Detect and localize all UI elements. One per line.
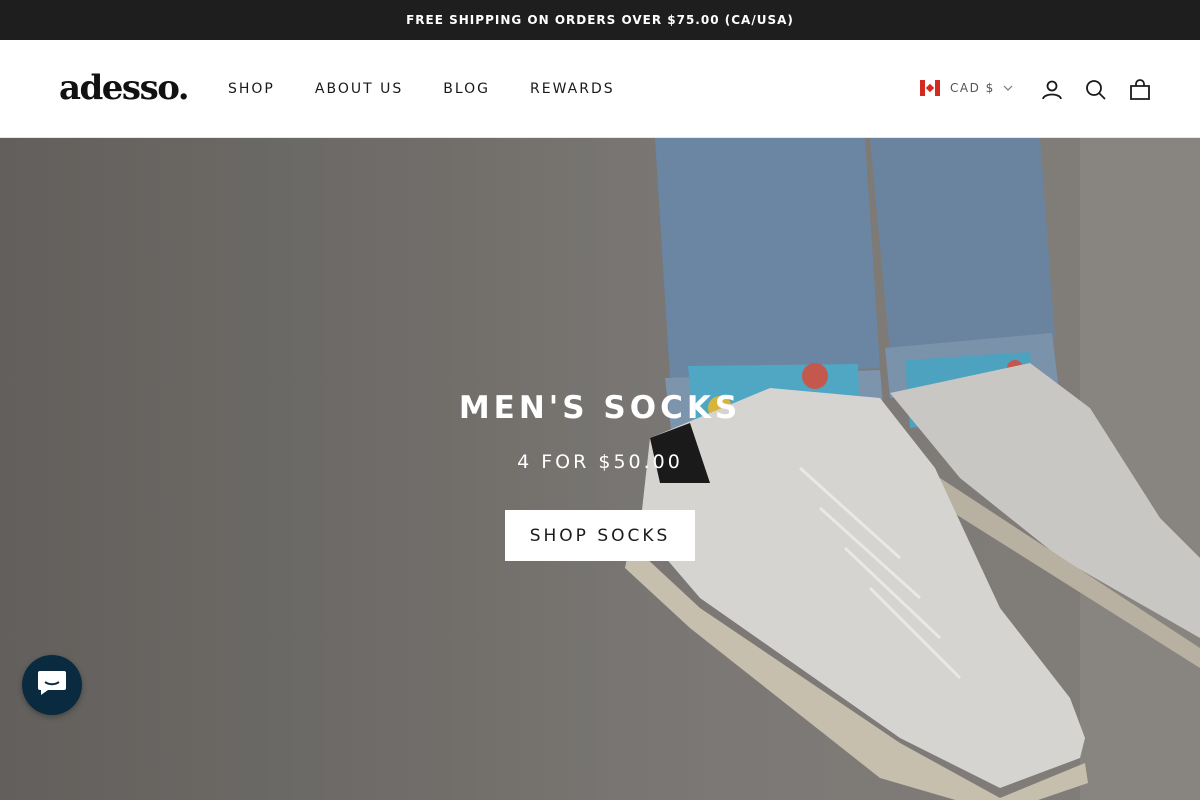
nav-item-about-us[interactable]: ABOUT US	[315, 78, 403, 100]
chat-button[interactable]	[22, 655, 82, 715]
announcement-text: FREE SHIPPING ON ORDERS OVER $75.00 (CA/…	[406, 13, 794, 27]
chat-bubble-icon	[36, 669, 68, 702]
nav-item-rewards[interactable]: REWARDS	[530, 78, 615, 100]
shop-socks-button[interactable]: SHOP SOCKS	[505, 510, 695, 561]
currency-label: CAD $	[950, 81, 995, 95]
nav-item-blog[interactable]: BLOG	[443, 78, 490, 100]
nav-item-shop[interactable]: SHOP	[228, 78, 275, 100]
canada-flag-icon	[920, 80, 940, 96]
chevron-down-icon	[1003, 85, 1013, 91]
hero-subtitle: 4 FOR $50.00	[517, 451, 683, 473]
logo[interactable]: adesso.	[59, 68, 190, 108]
bag-icon[interactable]	[1128, 78, 1152, 102]
hero-title: MEN'S SOCKS	[458, 390, 742, 426]
hero-banner: MEN'S SOCKS 4 FOR $50.00 SHOP SOCKS	[0, 138, 1200, 800]
account-icon[interactable]	[1040, 78, 1064, 102]
main-nav: SHOP ABOUT US BLOG REWARDS	[228, 78, 655, 100]
currency-selector[interactable]: CAD $	[920, 80, 1013, 96]
announcement-bar: FREE SHIPPING ON ORDERS OVER $75.00 (CA/…	[0, 0, 1200, 40]
site-header: adesso. SHOP ABOUT US BLOG REWARDS CAD $	[0, 40, 1200, 138]
search-icon[interactable]	[1084, 78, 1108, 102]
